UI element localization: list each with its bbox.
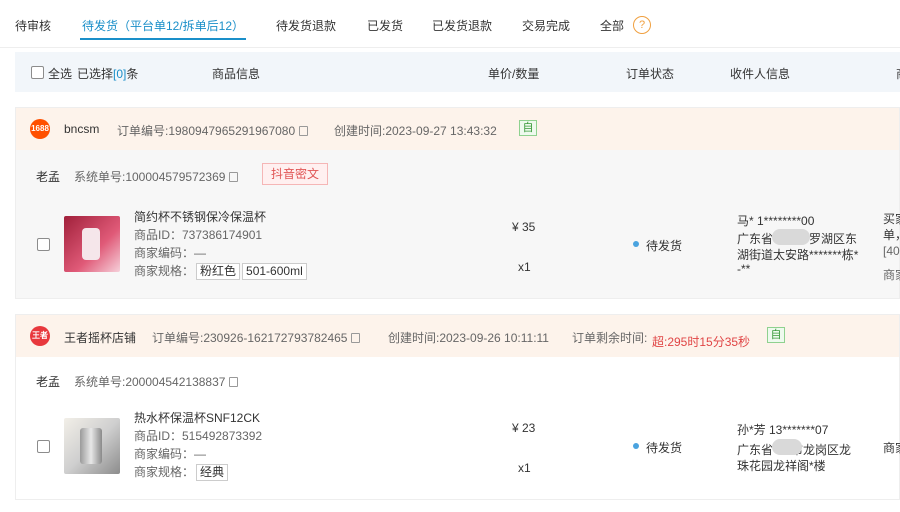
column-more: 商	[896, 65, 900, 82]
order-header: 1688 bncsm 订单编号:1980947965291967080 创建时间…	[16, 108, 899, 150]
tab-shipped[interactable]: 已发货	[367, 17, 403, 34]
order-checkbox[interactable]	[37, 238, 50, 251]
created-time: 创建时间:2023-09-27 13:43:32	[334, 124, 497, 138]
extra-info-1: 买家	[883, 212, 900, 226]
merchant-spec: 商家规格： 粉红色 501-600ml	[134, 262, 307, 280]
product-name[interactable]: 热水杯保温杯SNF12CK	[134, 409, 260, 426]
system-number: 系统单号:100004579572369	[74, 168, 239, 185]
column-receiver-info: 收件人信息	[730, 67, 791, 81]
copy-icon[interactable]	[229, 172, 239, 182]
copy-icon[interactable]	[351, 333, 361, 343]
receiver-name-phone: 马* 1********00	[737, 214, 815, 228]
status-dot-icon	[633, 241, 639, 247]
selected-count-text: 已选择[0]条	[77, 67, 139, 81]
unit-price: ¥ 23	[512, 421, 536, 435]
order-card: 1688 bncsm 订单编号:1980947965291967080 创建时间…	[15, 107, 900, 299]
tab-pending-shipment-refund[interactable]: 待发货退款	[276, 17, 336, 34]
help-icon[interactable]: ?	[633, 16, 651, 34]
order-status: 待发货	[646, 239, 683, 253]
unit-price: ¥ 35	[512, 220, 536, 234]
product-name[interactable]: 简约杯不锈钢保冷保温杯	[134, 208, 266, 225]
extra-info-3: [40	[883, 244, 900, 258]
order-checkbox[interactable]	[37, 440, 50, 453]
auto-tag: 自	[767, 327, 785, 343]
quantity: x1	[518, 260, 531, 274]
receiver-address-line2: 湖街道太安路*******栋*	[737, 248, 859, 262]
receiver-address-line3: -**	[737, 262, 751, 276]
copy-icon[interactable]	[229, 377, 239, 387]
extra-info-2: 单，	[883, 228, 900, 242]
receiver-name-phone: 孙*芳 13*******07	[737, 423, 829, 437]
remaining-time-label: 订单剩余时间:	[572, 331, 648, 345]
receiver-address-line2: 珠花园龙祥阁*楼	[737, 459, 826, 473]
order-header: 王者 王者摇杯店铺 订单编号:230926-162172793782465 创建…	[16, 315, 899, 357]
column-goods-info: 商品信息	[212, 67, 261, 81]
tab-shipped-refund[interactable]: 已发货退款	[432, 17, 492, 34]
system-number: 系统单号:200004542138837	[74, 373, 239, 390]
select-all-checkbox[interactable]	[31, 66, 44, 79]
merchant-code: 商家编码：—	[134, 246, 207, 260]
tab-pending-shipment[interactable]: 待发货（平台单12/拆单后12）	[82, 17, 244, 34]
address-mask	[772, 229, 810, 245]
address-mask	[772, 439, 802, 455]
column-order-status: 订单状态	[626, 67, 675, 81]
product-thumbnail[interactable]	[64, 418, 120, 474]
copy-icon[interactable]	[299, 126, 309, 136]
quantity: x1	[518, 461, 531, 475]
operator-name: 老孟	[36, 170, 61, 184]
extra-info-4: 商家	[883, 268, 900, 282]
created-time: 创建时间:2023-09-26 10:11:11	[388, 331, 549, 345]
order-card: 王者 王者摇杯店铺 订单编号:230926-162172793782465 创建…	[15, 314, 900, 500]
select-all-label[interactable]: 全选	[48, 65, 72, 82]
status-dot-icon	[633, 443, 639, 449]
platform-tag: 抖音密文	[262, 163, 329, 185]
product-id: 商品ID：515492873392	[134, 429, 263, 443]
operator-name: 老孟	[36, 375, 61, 389]
auto-tag: 自	[519, 120, 537, 136]
shop-name: bncsm	[64, 122, 100, 136]
order-status: 待发货	[646, 441, 683, 455]
merchant-code: 商家编码：—	[134, 447, 207, 461]
tab-pending-review[interactable]: 待审核	[15, 17, 51, 34]
order-number: 订单编号:1980947965291967080	[117, 122, 309, 139]
order-body: 老孟 系统单号:100004579572369 抖音密文 简约杯不锈钢保冷保温杯…	[16, 150, 900, 298]
remaining-time-value: 超:295时15分35秒	[652, 335, 751, 349]
extra-info-1: 商家	[883, 441, 900, 455]
product-thumbnail[interactable]	[64, 216, 120, 272]
merchant-spec: 商家规格： 经典	[134, 463, 229, 481]
shop-name: 王者摇杯店铺	[64, 331, 137, 345]
order-body: 老孟 系统单号:200004542138837 热水杯保温杯SNF12CK 商品…	[16, 357, 900, 499]
order-status-tabs: 待审核 待发货（平台单12/拆单后12） 待发货退款 已发货 已发货退款 交易完…	[0, 0, 900, 48]
order-number: 订单编号:230926-162172793782465	[152, 329, 361, 346]
table-header: 全选 已选择[0]条 商品信息 单价/数量 订单状态 收件人信息 商	[15, 52, 900, 92]
shop-logo-icon: 1688	[30, 119, 50, 139]
shop-logo-icon: 王者	[30, 326, 50, 346]
column-price-qty: 单价/数量	[488, 67, 540, 81]
active-tab-indicator	[80, 38, 246, 40]
product-id: 商品ID：737386174901	[134, 228, 263, 242]
tab-completed[interactable]: 交易完成	[522, 17, 570, 34]
tab-all[interactable]: 全部	[600, 17, 624, 34]
